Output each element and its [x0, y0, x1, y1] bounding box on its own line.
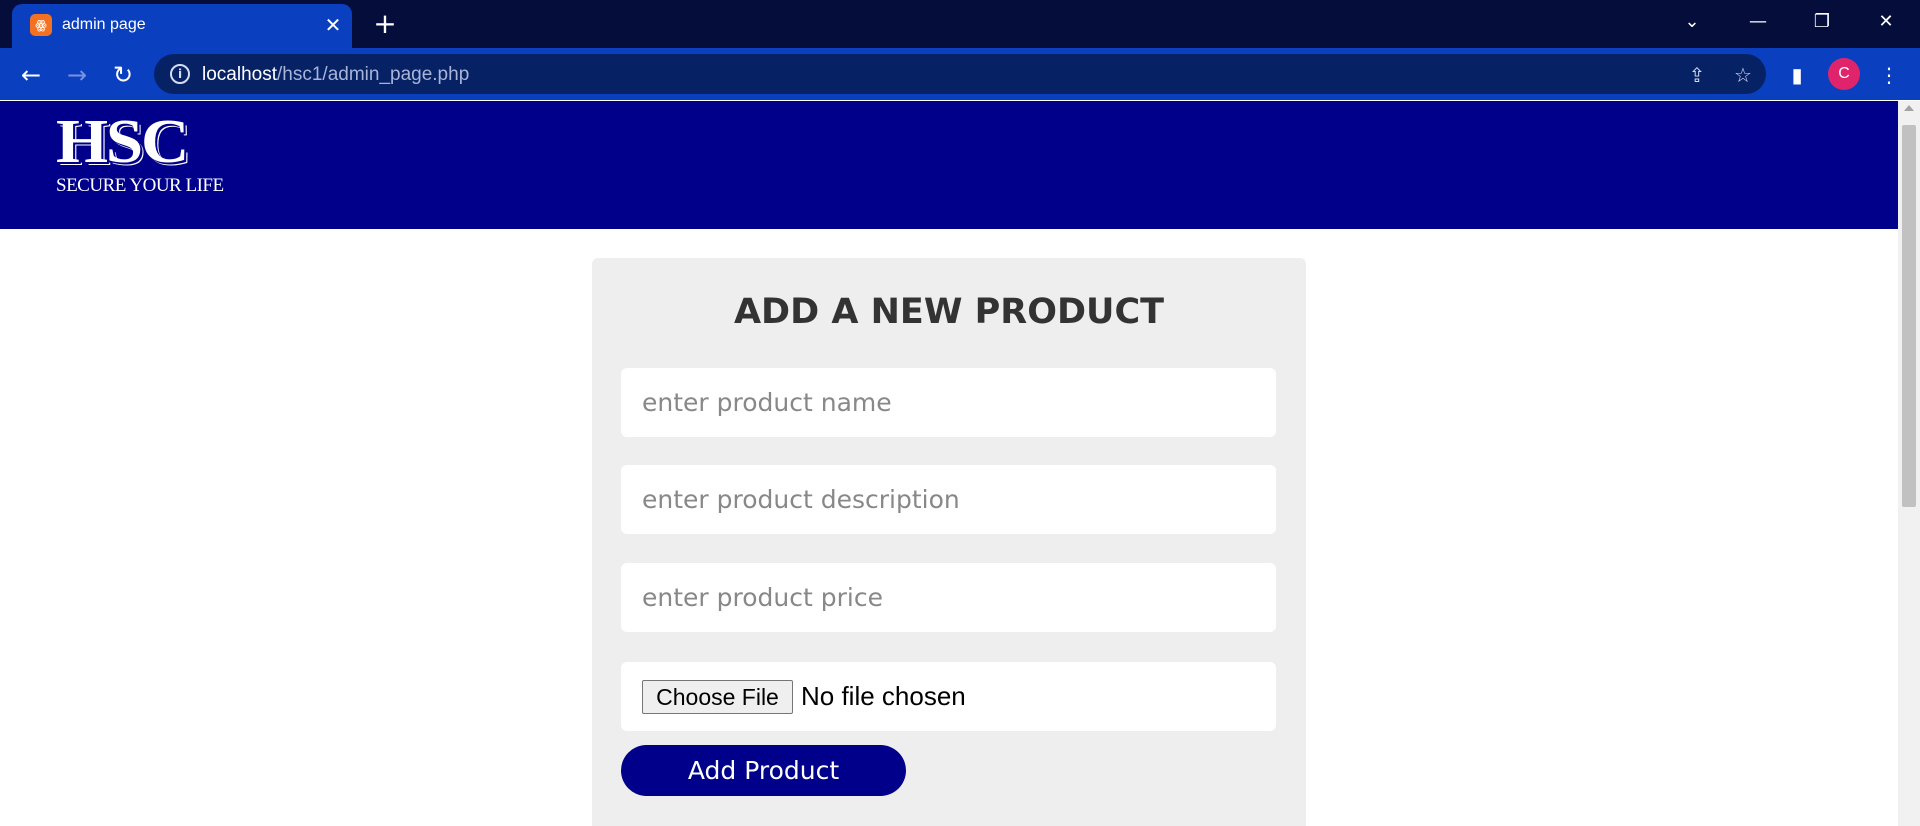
product-image-file-input[interactable]: Choose File No file chosen — [621, 662, 1276, 731]
choose-file-button[interactable]: Choose File — [642, 680, 793, 714]
site-info-icon[interactable]: i — [170, 64, 190, 84]
add-product-button[interactable]: Add Product — [621, 745, 906, 796]
url-host: localhost — [202, 64, 277, 85]
profile-avatar[interactable]: C — [1828, 58, 1860, 90]
browser-menu-icon[interactable]: ⋮ — [1874, 60, 1904, 90]
tab-title: admin page — [62, 16, 146, 33]
browser-tab-strip: ꙮ admin page ✕ + ⌄ — ❐ ✕ — [0, 0, 1920, 48]
tab-search-icon[interactable]: ⌄ — [1672, 6, 1712, 36]
browser-tab-active[interactable]: ꙮ admin page ✕ — [12, 4, 352, 48]
product-description-input[interactable] — [621, 465, 1276, 534]
back-button[interactable]: ← — [14, 58, 48, 92]
page-scrollbar[interactable] — [1898, 101, 1920, 826]
file-status-text: No file chosen — [801, 681, 966, 711]
page-viewport: HSC SECURE YOUR LIFE ADD A NEW PRODUCT C… — [0, 101, 1898, 826]
xampp-icon: ꙮ — [30, 14, 52, 36]
logo-mark: HSC — [56, 108, 189, 176]
reload-button[interactable]: ↻ — [106, 58, 140, 92]
browser-toolbar: ← → ↻ i localhost/hsc1/admin_page.php ⇪ … — [0, 48, 1920, 100]
bookmark-star-icon[interactable]: ☆ — [1730, 62, 1756, 88]
side-panel-icon[interactable]: ▮ — [1782, 60, 1812, 90]
scrollbar-thumb[interactable] — [1902, 125, 1916, 507]
close-icon[interactable]: ✕ — [320, 12, 346, 38]
minimize-button[interactable]: — — [1738, 6, 1778, 36]
form-title: ADD A NEW PRODUCT — [733, 292, 1165, 332]
add-product-form: ADD A NEW PRODUCT Choose File No file ch… — [592, 258, 1306, 826]
site-logo[interactable]: HSC SECURE YOUR LIFE — [56, 111, 224, 197]
logo-tagline: SECURE YOUR LIFE — [56, 175, 224, 196]
url-path: /hsc1/admin_page.php — [277, 64, 470, 85]
product-price-input[interactable] — [621, 563, 1276, 632]
product-name-input[interactable] — [621, 368, 1276, 437]
window-close-button[interactable]: ✕ — [1866, 6, 1906, 36]
site-header: HSC SECURE YOUR LIFE — [0, 101, 1898, 229]
url-text[interactable]: localhost/hsc1/admin_page.php — [202, 64, 469, 86]
restore-button[interactable]: ❐ — [1802, 6, 1842, 36]
new-tab-button[interactable]: + — [370, 7, 400, 40]
forward-button[interactable]: → — [60, 58, 94, 92]
share-icon[interactable]: ⇪ — [1684, 62, 1710, 88]
scroll-up-arrow-icon[interactable] — [1904, 105, 1914, 111]
address-bar[interactable]: i localhost/hsc1/admin_page.php ⇪ ☆ — [154, 54, 1766, 94]
